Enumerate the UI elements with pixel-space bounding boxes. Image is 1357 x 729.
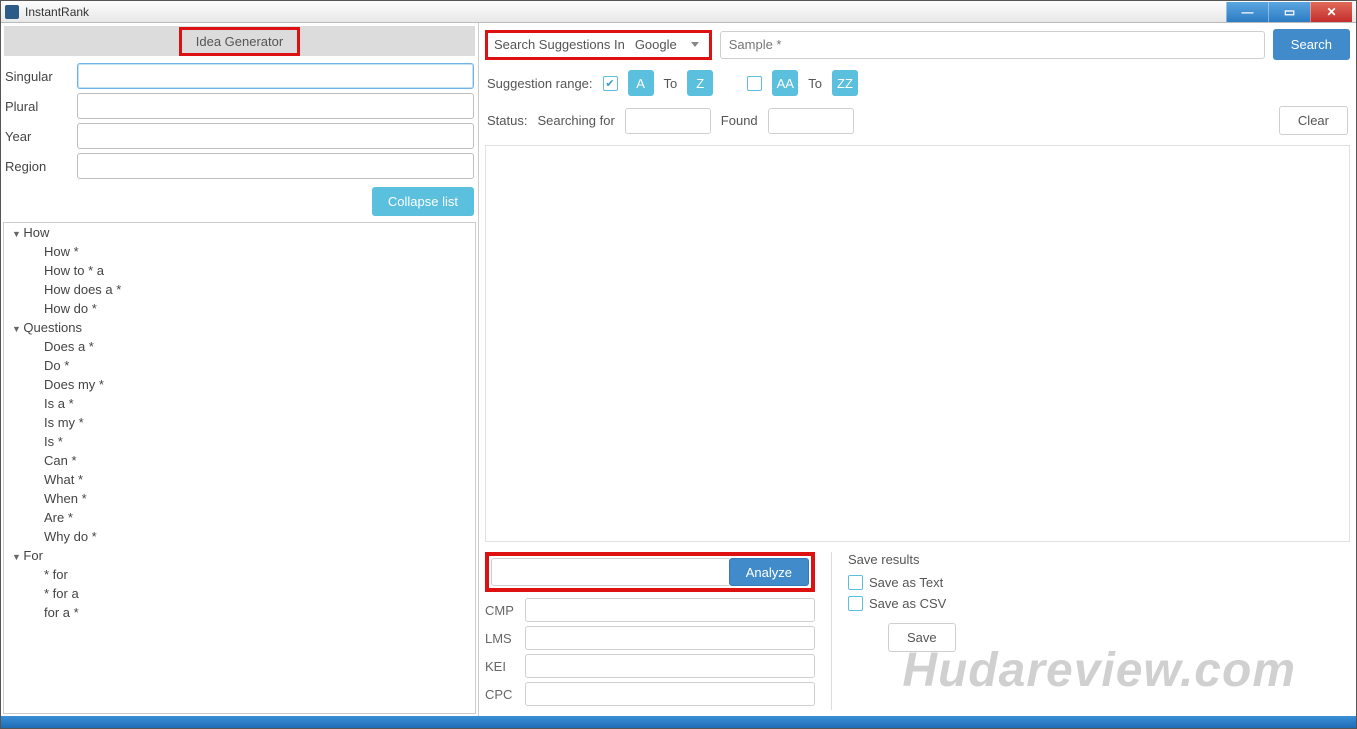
collapse-list-button[interactable]: Collapse list xyxy=(372,187,474,216)
search-suggestions-box: Search Suggestions In Google xyxy=(485,30,712,60)
idea-tree[interactable]: HowHow *How to * aHow does a *How do *Qu… xyxy=(3,222,476,714)
tree-group[interactable]: Questions xyxy=(4,318,475,337)
tree-item[interactable]: How do * xyxy=(4,299,475,318)
analyze-input[interactable] xyxy=(491,558,729,586)
region-input[interactable] xyxy=(77,153,474,179)
titlebar: InstantRank — ▭ ✕ xyxy=(1,1,1356,23)
tree-item[interactable]: How * xyxy=(4,242,475,261)
searching-for-field xyxy=(625,108,711,134)
range-double-checkbox[interactable] xyxy=(747,76,762,91)
cpc-field xyxy=(525,682,815,706)
tree-item[interactable]: for a * xyxy=(4,603,475,622)
tree-item[interactable]: How to * a xyxy=(4,261,475,280)
save-results-header: Save results xyxy=(848,552,991,567)
range-label: Suggestion range: xyxy=(487,76,593,91)
tree-item[interactable]: What * xyxy=(4,470,475,489)
minimize-button[interactable]: — xyxy=(1226,2,1268,22)
cpc-label: CPC xyxy=(485,687,525,702)
maximize-button[interactable]: ▭ xyxy=(1268,2,1310,22)
sample-input[interactable] xyxy=(720,31,1265,59)
singular-label: Singular xyxy=(5,69,77,84)
range-to-z[interactable]: Z xyxy=(687,70,713,96)
engine-select[interactable]: Google xyxy=(631,37,703,52)
tree-item[interactable]: Does my * xyxy=(4,375,475,394)
analyze-box: Analyze xyxy=(485,552,815,592)
tree-item[interactable]: Does a * xyxy=(4,337,475,356)
status-label: Status: xyxy=(487,113,527,128)
tree-item[interactable]: Do * xyxy=(4,356,475,375)
year-input[interactable] xyxy=(77,123,474,149)
tree-item[interactable]: Is my * xyxy=(4,413,475,432)
range-single-checkbox[interactable]: ✔ xyxy=(603,76,618,91)
kei-label: KEI xyxy=(485,659,525,674)
cmp-label: CMP xyxy=(485,603,525,618)
save-csv-label: Save as CSV xyxy=(869,596,946,611)
tree-group[interactable]: For xyxy=(4,546,475,565)
save-text-label: Save as Text xyxy=(869,575,943,590)
tree-item[interactable]: When * xyxy=(4,489,475,508)
plural-input[interactable] xyxy=(77,93,474,119)
tree-group[interactable]: How xyxy=(4,223,475,242)
save-button[interactable]: Save xyxy=(888,623,956,652)
cmp-field xyxy=(525,598,815,622)
tree-item[interactable]: Are * xyxy=(4,508,475,527)
found-label: Found xyxy=(721,113,758,128)
chevron-down-icon xyxy=(691,42,699,47)
taskbar xyxy=(1,716,1356,728)
idea-generator-label: Idea Generator xyxy=(179,27,300,56)
app-icon xyxy=(5,5,19,19)
tree-item[interactable]: How does a * xyxy=(4,280,475,299)
region-label: Region xyxy=(5,159,77,174)
save-text-checkbox[interactable] xyxy=(848,575,863,590)
tree-item[interactable]: * for xyxy=(4,565,475,584)
range-to-label-1: To xyxy=(664,76,678,91)
lms-field xyxy=(525,626,815,650)
kei-field xyxy=(525,654,815,678)
tree-item[interactable]: * for a xyxy=(4,584,475,603)
app-title: InstantRank xyxy=(25,5,1226,19)
range-to-label-2: To xyxy=(808,76,822,91)
tree-item[interactable]: Is a * xyxy=(4,394,475,413)
found-field xyxy=(768,108,854,134)
searching-for-label: Searching for xyxy=(537,113,614,128)
analyze-button[interactable]: Analyze xyxy=(729,558,809,586)
search-in-label: Search Suggestions In xyxy=(494,37,625,52)
save-csv-checkbox[interactable] xyxy=(848,596,863,611)
close-button[interactable]: ✕ xyxy=(1310,2,1352,22)
range-to-zz[interactable]: ZZ xyxy=(832,70,858,96)
engine-value: Google xyxy=(635,37,677,52)
plural-label: Plural xyxy=(5,99,77,114)
results-area xyxy=(485,145,1350,542)
range-from-a[interactable]: A xyxy=(628,70,654,96)
tree-item[interactable]: Is * xyxy=(4,432,475,451)
lms-label: LMS xyxy=(485,631,525,646)
tree-item[interactable]: Can * xyxy=(4,451,475,470)
search-button[interactable]: Search xyxy=(1273,29,1350,60)
tree-item[interactable]: Why do * xyxy=(4,527,475,546)
idea-generator-tab[interactable]: Idea Generator xyxy=(4,26,475,56)
range-from-aa[interactable]: AA xyxy=(772,70,798,96)
year-label: Year xyxy=(5,129,77,144)
singular-input[interactable] xyxy=(77,63,474,89)
clear-button[interactable]: Clear xyxy=(1279,106,1348,135)
